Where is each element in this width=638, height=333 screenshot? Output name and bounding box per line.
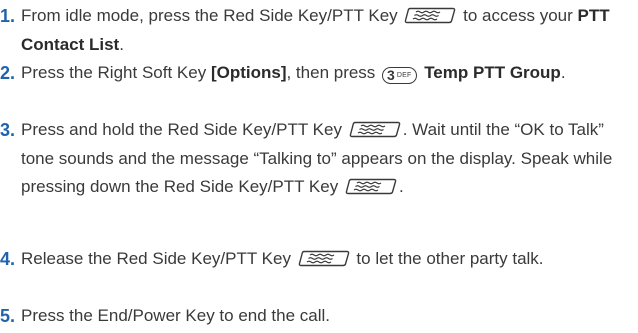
step-text-part: Press the Right Soft Key (21, 63, 207, 82)
step-2: 2. Press the Right Soft Key [Options], t… (0, 59, 632, 88)
step-text-part: From idle mode, press the Red Side Key/P… (21, 6, 398, 25)
step-4: 4. Release the Red Side Key/PTT Key to l… (0, 245, 632, 274)
step-text: Press the End/Power Key to end the call. (0, 302, 632, 331)
ptt-key-icon (349, 121, 401, 138)
step-1: 1. From idle mode, press the Red Side Ke… (0, 2, 632, 59)
step-number: 1. (0, 6, 16, 26)
step-number: 4. (0, 249, 16, 269)
step-text-part: . (119, 34, 124, 54)
step-text-part: to access your (463, 6, 573, 25)
step-text-part: to let the other party talk. (356, 249, 544, 268)
step-number: 5. (0, 306, 16, 326)
step-text-part: Press the End/Power Key to end the call. (21, 306, 331, 325)
step-3: 3. Press and hold the Red Side Key/PTT K… (0, 116, 632, 202)
temp-ptt-group-term: Temp PTT Group (424, 63, 561, 82)
ptt-key-icon (298, 250, 350, 267)
step-text-part: Press and hold the Red Side Key/PTT Key (21, 120, 342, 139)
step-number: 2. (0, 63, 16, 83)
step-text: From idle mode, press the Red Side Key/P… (0, 2, 632, 59)
instruction-page: 1. From idle mode, press the Red Side Ke… (0, 0, 638, 333)
step-text: Press and hold the Red Side Key/PTT Key … (0, 116, 632, 202)
step-text: Release the Red Side Key/PTT Key to let … (0, 245, 632, 274)
step-text-part: Release the Red Side Key/PTT Key (21, 249, 291, 268)
step-number: 3. (0, 120, 16, 140)
options-softkey-term: [Options] (210, 63, 287, 82)
step-5: 5. Press the End/Power Key to end the ca… (0, 302, 632, 331)
step-text-part: . (560, 63, 566, 82)
keypad-3-key-icon: 3 DEF (382, 67, 418, 84)
ptt-key-icon (345, 178, 397, 195)
step-text: Press the Right Soft Key [Options], then… (0, 59, 632, 88)
step-text-part: , then press (286, 63, 376, 82)
ptt-key-icon (404, 7, 456, 24)
step-text-part: . (398, 177, 404, 196)
